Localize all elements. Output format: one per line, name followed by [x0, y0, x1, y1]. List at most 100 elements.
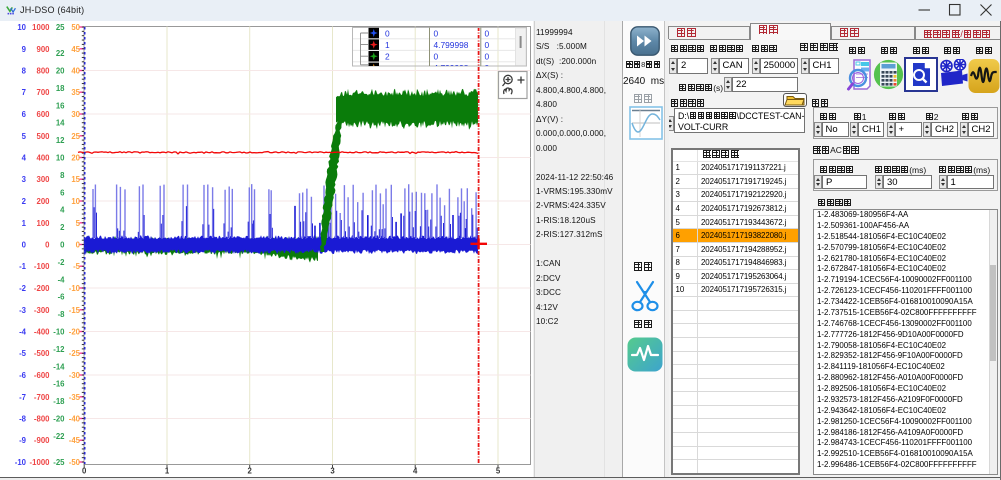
svg-text:700: 700 [36, 88, 50, 97]
svg-text:-300: -300 [34, 306, 50, 315]
svg-text:0: 0 [22, 241, 27, 250]
svg-text:1: 1 [22, 219, 27, 228]
svg-text:35: 35 [71, 88, 80, 97]
svg-text:2: 2 [385, 52, 390, 62]
svg-text:-400: -400 [34, 328, 50, 337]
svg-text:-3: -3 [19, 306, 27, 315]
svg-text:0: 0 [60, 241, 65, 250]
svg-text:3: 3 [330, 467, 335, 476]
svg-text:20: 20 [56, 67, 65, 76]
svg-text:8: 8 [60, 171, 65, 180]
svg-text:5: 5 [496, 467, 501, 476]
svg-text:0: 0 [485, 28, 490, 38]
svg-text:-40: -40 [69, 415, 81, 424]
svg-text:-15: -15 [69, 306, 81, 315]
svg-text:-800: -800 [34, 415, 50, 424]
svg-text:-4: -4 [19, 328, 27, 337]
svg-text:-18: -18 [53, 397, 65, 406]
svg-text:22: 22 [56, 49, 65, 58]
svg-text:-20: -20 [53, 415, 65, 424]
svg-text:6: 6 [60, 188, 65, 197]
svg-text:-1: -1 [19, 262, 27, 271]
svg-text:-700: -700 [34, 393, 50, 402]
svg-text:0: 0 [485, 40, 490, 50]
svg-text:-10: -10 [53, 328, 65, 337]
svg-text:0: 0 [385, 28, 390, 38]
svg-text:-35: -35 [69, 393, 81, 402]
svg-text:-500: -500 [34, 349, 50, 358]
svg-text:3: 3 [22, 175, 27, 184]
svg-text:30: 30 [71, 110, 80, 119]
svg-text:-8: -8 [58, 310, 66, 319]
svg-text:18: 18 [56, 84, 65, 93]
svg-text:4: 4 [413, 467, 418, 476]
svg-text:0: 0 [485, 52, 490, 62]
svg-text:-50: -50 [69, 458, 81, 467]
svg-text:8: 8 [22, 67, 27, 76]
svg-text:1000: 1000 [32, 23, 50, 32]
svg-text:4: 4 [22, 154, 27, 163]
svg-text:300: 300 [36, 175, 50, 184]
svg-text:600: 600 [36, 110, 50, 119]
svg-text:-30: -30 [69, 371, 81, 380]
svg-text:-8: -8 [19, 415, 27, 424]
svg-text:-600: -600 [34, 371, 50, 380]
svg-text:10: 10 [71, 197, 80, 206]
svg-text:20: 20 [71, 154, 80, 163]
svg-text:-6: -6 [58, 293, 66, 302]
svg-text:10: 10 [17, 23, 26, 32]
svg-text:10: 10 [56, 154, 65, 163]
svg-text:1: 1 [165, 467, 170, 476]
svg-text:0: 0 [45, 241, 50, 250]
svg-text:-25: -25 [69, 349, 81, 358]
svg-text:6: 6 [22, 110, 27, 119]
svg-text:-900: -900 [34, 436, 50, 445]
svg-text:25: 25 [71, 132, 80, 141]
svg-text:25: 25 [56, 23, 65, 32]
svg-text:0: 0 [434, 28, 439, 38]
svg-text:2: 2 [248, 467, 253, 476]
svg-text:45: 45 [71, 45, 80, 54]
svg-text:14: 14 [56, 119, 65, 128]
svg-text:-7: -7 [19, 393, 26, 402]
svg-text:9: 9 [22, 45, 27, 54]
svg-text:-22: -22 [53, 432, 65, 441]
svg-text:4.799998: 4.799998 [434, 40, 469, 50]
svg-text:50: 50 [71, 23, 80, 32]
svg-text:-200: -200 [34, 284, 50, 293]
svg-text:-2: -2 [19, 284, 27, 293]
svg-text:40: 40 [71, 67, 80, 76]
svg-text:4: 4 [60, 206, 65, 215]
svg-text:-12: -12 [53, 345, 65, 354]
svg-text:2: 2 [22, 197, 27, 206]
svg-text:-9: -9 [19, 436, 27, 445]
svg-text:-45: -45 [69, 436, 81, 445]
svg-text:400: 400 [36, 154, 50, 163]
svg-text:-5: -5 [19, 349, 27, 358]
svg-text:-6: -6 [19, 371, 27, 380]
svg-text:-16: -16 [53, 380, 65, 389]
svg-text:-2: -2 [58, 258, 66, 267]
svg-text:1: 1 [385, 40, 390, 50]
svg-text:2: 2 [60, 223, 65, 232]
svg-text:7: 7 [22, 88, 26, 97]
svg-text:100: 100 [36, 219, 50, 228]
svg-text:-14: -14 [53, 362, 65, 371]
svg-text:900: 900 [36, 45, 50, 54]
svg-text:-10: -10 [15, 458, 27, 467]
svg-text:-100: -100 [34, 262, 50, 271]
svg-text:5: 5 [22, 132, 27, 141]
svg-text:-1000: -1000 [30, 458, 51, 467]
svg-text:16: 16 [56, 101, 65, 110]
svg-text:200: 200 [36, 197, 50, 206]
svg-text:-20: -20 [69, 328, 81, 337]
svg-text:-4: -4 [58, 275, 66, 284]
svg-text:-10: -10 [69, 284, 81, 293]
svg-text:-25: -25 [53, 458, 65, 467]
svg-text:0: 0 [82, 467, 87, 476]
svg-text:15: 15 [71, 175, 80, 184]
svg-text:500: 500 [36, 132, 50, 141]
svg-text:800: 800 [36, 67, 50, 76]
svg-text:0: 0 [434, 52, 439, 62]
svg-text:12: 12 [56, 136, 65, 145]
